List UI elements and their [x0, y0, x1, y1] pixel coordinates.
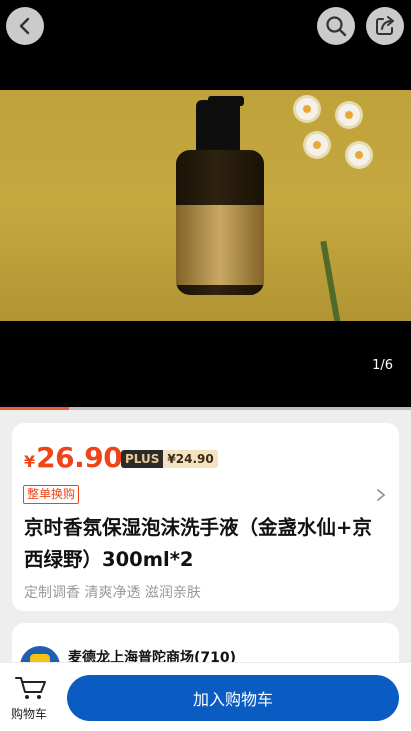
promo-chevron-right-icon[interactable] [375, 487, 387, 506]
bottle-pump [196, 100, 240, 154]
back-button[interactable] [6, 7, 44, 45]
narcissus-flower-decor [348, 144, 370, 166]
narcissus-flower-decor [338, 104, 360, 126]
bottom-action-bar: 购物车 加入购物车 [0, 662, 411, 731]
price-value: 26.90 [36, 441, 123, 474]
bottle-label [176, 205, 264, 285]
plus-price: ¥24.90 [163, 450, 218, 468]
share-button[interactable] [366, 7, 404, 45]
product-subtitle: 定制调香 清爽净透 滋润亲肤 [24, 585, 201, 601]
cart-label[interactable]: 购物车 [11, 705, 47, 722]
gallery-page-indicator: 1/6 [372, 358, 393, 373]
chevron-left-icon [19, 17, 30, 35]
shopping-cart-icon [15, 677, 46, 699]
product-gallery[interactable]: 1/6 [0, 0, 411, 410]
plus-price-badge: PLUS ¥24.90 [121, 450, 218, 468]
share-icon [376, 16, 394, 35]
narcissus-flower-decor [306, 134, 328, 156]
search-button[interactable] [317, 7, 355, 45]
cart-button[interactable] [14, 675, 48, 701]
product-title: 京时香氛保湿泡沫洗手液（金盏水仙+京西绿野）300ml*2 [24, 516, 372, 571]
plus-label: PLUS [121, 450, 164, 468]
product-info-card: ¥ 26.90 PLUS ¥24.90 整单换购 京时香氛保湿泡沫洗手液（金盏水… [12, 423, 399, 611]
promo-tag[interactable]: 整单换购 [23, 485, 80, 504]
narcissus-flower-decor [296, 98, 318, 120]
price-row: ¥ 26.90 [24, 441, 123, 474]
add-to-cart-button[interactable]: 加入购物车 [67, 675, 399, 721]
price-currency-symbol: ¥ [24, 452, 36, 471]
flower-stem-decor [320, 240, 356, 321]
gallery-progress-fill [0, 407, 69, 410]
search-icon [326, 16, 347, 37]
